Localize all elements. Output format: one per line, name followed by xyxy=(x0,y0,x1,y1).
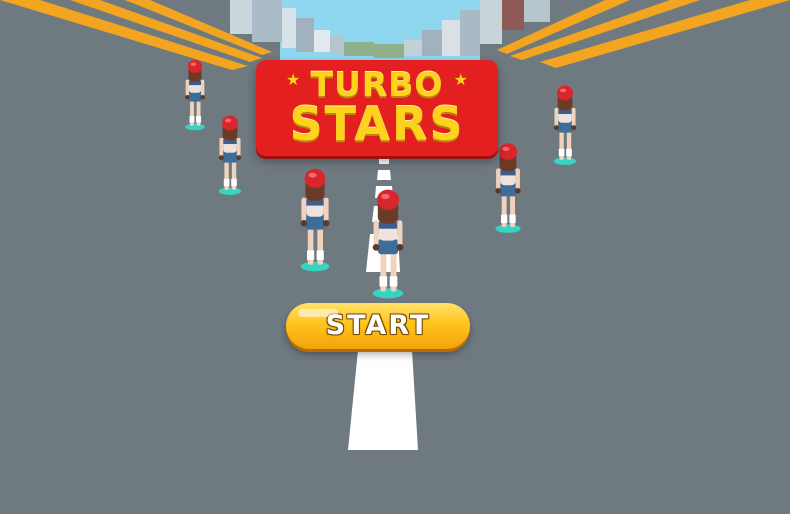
skateboard xyxy=(185,123,205,131)
skateboard xyxy=(495,224,521,233)
star-icon: ★ xyxy=(286,70,301,89)
racer-glove xyxy=(323,220,330,227)
racer-glove xyxy=(396,244,404,251)
racer-helmet xyxy=(221,115,239,131)
racer-shorts xyxy=(557,121,573,133)
racer-helmet xyxy=(498,143,518,160)
racer-arm xyxy=(201,79,205,97)
racer-sock xyxy=(379,276,388,287)
racer-helmet xyxy=(304,168,326,188)
start-button[interactable]: START xyxy=(286,303,470,349)
racer-arm xyxy=(301,197,307,222)
racer-sock xyxy=(196,115,202,123)
racer-helmet xyxy=(376,189,400,210)
racer-arm xyxy=(185,79,189,97)
racer-sock xyxy=(223,178,230,187)
racer-glove xyxy=(553,125,559,131)
racer-arm xyxy=(373,220,379,246)
racer-helmet xyxy=(556,85,574,101)
racer-arm xyxy=(397,220,403,246)
racer-glove xyxy=(515,188,521,194)
racer-shorts xyxy=(305,215,325,230)
skateboard xyxy=(372,288,404,299)
racer-sock xyxy=(509,214,516,223)
racer-shorts xyxy=(377,238,399,255)
racer-glove xyxy=(495,188,501,194)
racer-glove xyxy=(236,155,242,161)
racer-arm xyxy=(323,197,329,222)
racer-glove xyxy=(300,220,307,227)
helmet-shine xyxy=(502,146,510,151)
center-dash xyxy=(348,350,418,450)
racer-sock xyxy=(189,115,195,123)
helmet-shine xyxy=(560,88,567,93)
racer-shorts xyxy=(222,151,238,163)
racer-arm xyxy=(515,168,520,190)
center-dash xyxy=(379,158,389,164)
racer-arm xyxy=(219,137,224,157)
racer-shorts xyxy=(499,183,517,197)
skateboard xyxy=(218,187,242,195)
racer-shorts xyxy=(188,91,202,102)
game-logo: ★ ★ TURBO STARS xyxy=(256,60,498,156)
skateboard xyxy=(553,157,577,165)
logo-title-line2: STARS xyxy=(289,97,465,151)
racer-glove xyxy=(200,95,205,100)
racer-arm xyxy=(236,137,241,157)
racer-glove xyxy=(185,95,190,100)
helmet-shine xyxy=(190,62,197,66)
star-icon: ★ xyxy=(453,70,468,89)
racer-arm xyxy=(496,168,501,190)
racer-glove xyxy=(372,244,380,251)
racer-arm xyxy=(554,107,559,127)
racer-sock xyxy=(566,148,572,157)
racer-sock xyxy=(389,276,398,287)
game-screen: ★ ★ TURBO STARS START xyxy=(0,0,790,514)
racer-sock xyxy=(316,250,324,260)
racer-sock xyxy=(501,214,508,223)
racer-sock xyxy=(307,250,315,260)
helmet-shine xyxy=(225,118,232,123)
helmet-shine xyxy=(381,193,390,199)
racer-glove xyxy=(218,155,224,161)
racer-helmet xyxy=(187,59,203,73)
racer-sock xyxy=(231,178,237,187)
racer-sock xyxy=(558,148,565,157)
center-dash xyxy=(377,170,391,180)
helmet-shine xyxy=(308,172,317,178)
racer-arm xyxy=(571,107,576,127)
racer-glove xyxy=(571,125,577,131)
skateboard xyxy=(300,261,330,272)
